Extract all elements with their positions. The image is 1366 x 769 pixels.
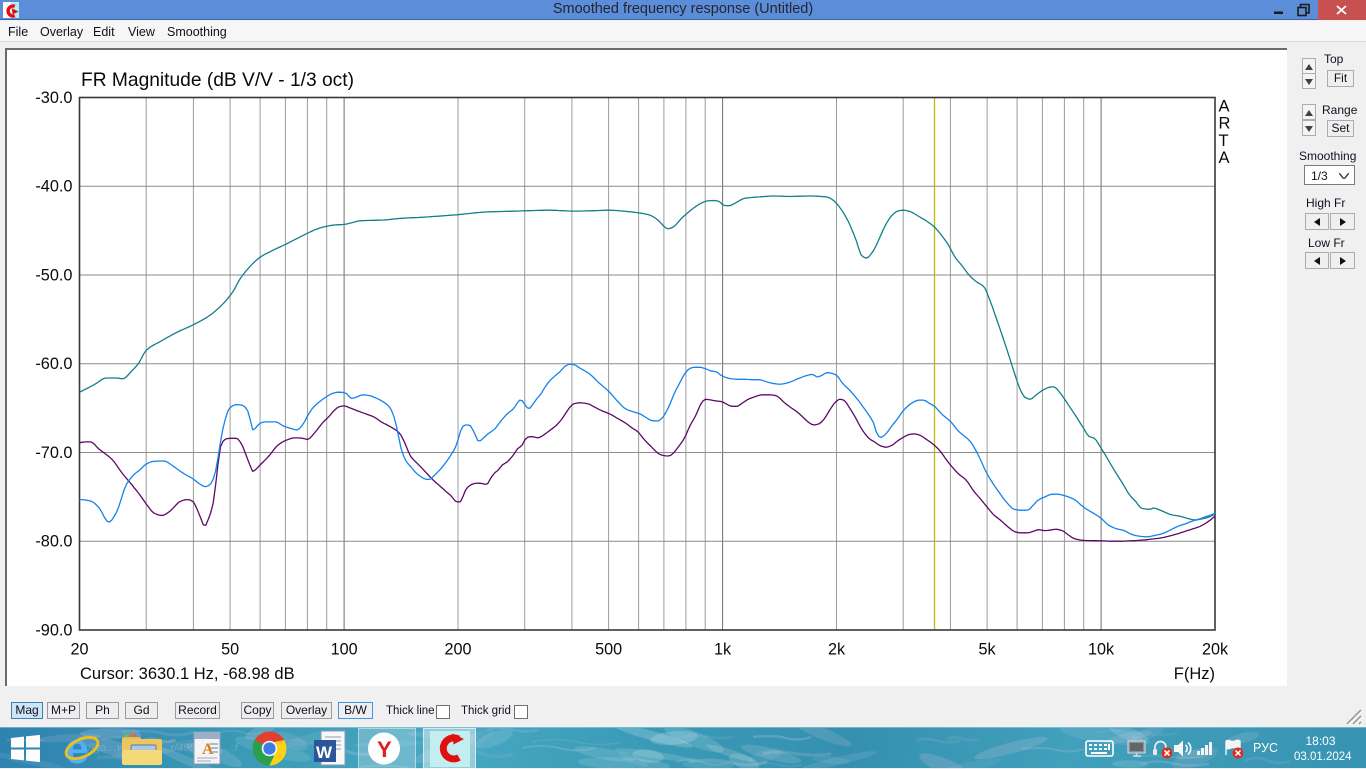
svg-text:W: W [316, 743, 333, 762]
svg-text:100: 100 [331, 641, 358, 659]
svg-text:10k: 10k [1088, 641, 1115, 659]
svg-text:R: R [1219, 115, 1231, 133]
svg-text:A: A [1219, 149, 1230, 167]
svg-text:5k: 5k [979, 641, 997, 659]
svg-text:-70.0: -70.0 [35, 444, 72, 462]
svg-text:-50.0: -50.0 [35, 266, 72, 284]
svg-text:1k: 1k [714, 641, 732, 659]
svg-text:F(Hz): F(Hz) [1174, 665, 1215, 683]
svg-text:-90.0: -90.0 [35, 621, 72, 639]
svg-text:T: T [1219, 132, 1229, 150]
svg-text:20: 20 [70, 641, 88, 659]
svg-text:-60.0: -60.0 [35, 355, 72, 373]
svg-text:2k: 2k [828, 641, 846, 659]
svg-text:20k: 20k [1202, 641, 1229, 659]
svg-text:500: 500 [595, 641, 622, 659]
svg-text:Cursor: 3630.1 Hz, -68.98 dB: Cursor: 3630.1 Hz, -68.98 dB [80, 665, 295, 683]
svg-text:50: 50 [221, 641, 239, 659]
svg-text:200: 200 [444, 641, 471, 659]
svg-text:-30.0: -30.0 [35, 89, 72, 107]
svg-text:Y: Y [377, 737, 392, 762]
svg-text:A: A [1219, 98, 1230, 116]
svg-text:-40.0: -40.0 [35, 178, 72, 196]
svg-text:FR Magnitude (dB V/V - 1/3 oct: FR Magnitude (dB V/V - 1/3 oct) [81, 70, 354, 91]
svg-text:-80.0: -80.0 [35, 533, 72, 551]
